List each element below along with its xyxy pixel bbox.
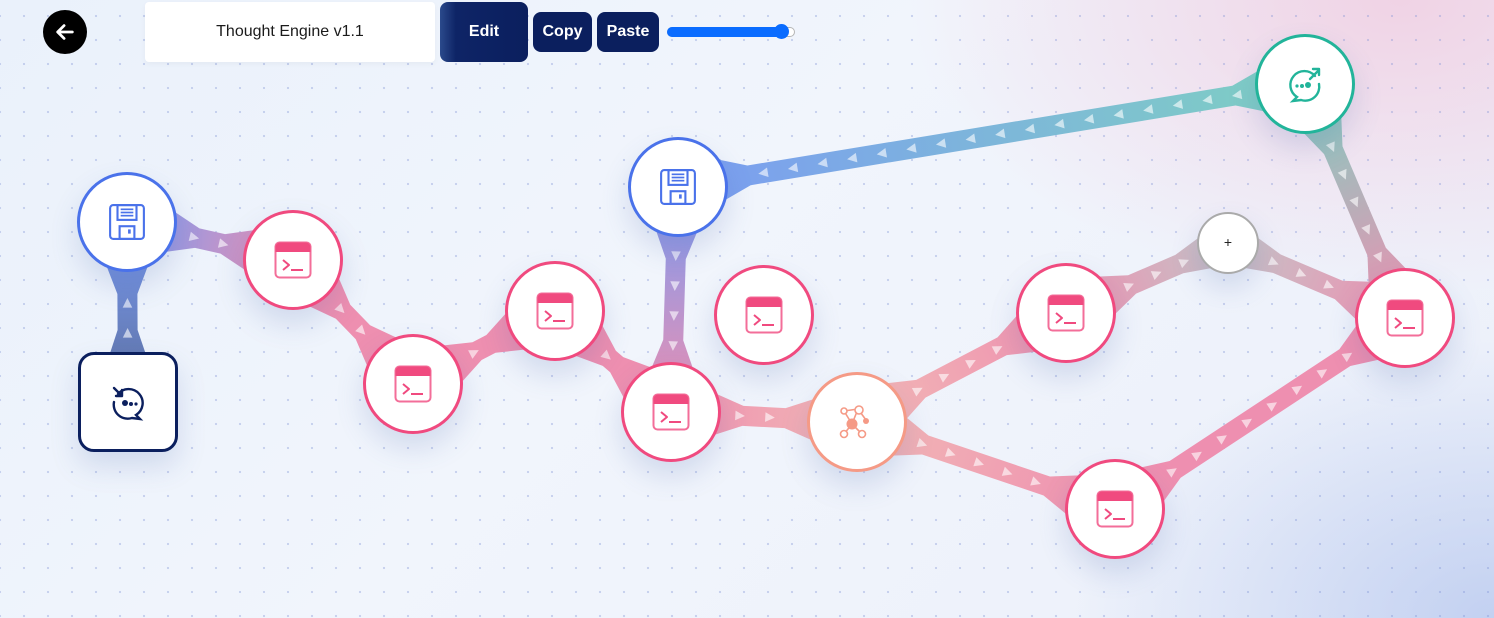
edit-button[interactable]: Edit <box>440 2 528 62</box>
terminal-icon <box>536 292 574 330</box>
node-terminal-t8[interactable] <box>1065 459 1165 559</box>
terminal-icon <box>274 241 312 279</box>
terminal-icon <box>1386 299 1424 337</box>
flow-title-field[interactable]: Thought Engine v1.1 <box>145 2 435 62</box>
terminal-icon <box>1096 490 1134 528</box>
plus-label: + <box>1223 234 1233 250</box>
copy-button[interactable]: Copy <box>533 12 592 52</box>
node-output-out[interactable] <box>1255 34 1355 134</box>
edge-mem2-to-t4[interactable] <box>645 216 704 383</box>
network-icon <box>836 401 878 443</box>
edge-t8-to-t7[interactable] <box>1125 312 1395 515</box>
floppy-disk-icon <box>108 203 146 241</box>
zoom-slider[interactable] <box>667 24 795 39</box>
node-terminal-t1[interactable] <box>243 210 343 310</box>
flow-title: Thought Engine v1.1 <box>216 23 364 40</box>
edge-out-to-mem2[interactable] <box>703 63 1280 208</box>
node-memory-mem1[interactable] <box>77 172 177 272</box>
plus-icon: + <box>1224 234 1232 252</box>
terminal-icon <box>745 296 783 334</box>
node-terminal-t6[interactable] <box>1016 263 1116 363</box>
back-button[interactable] <box>43 10 87 54</box>
chat-refresh-icon <box>108 382 148 422</box>
floppy-disk-icon <box>659 168 697 206</box>
node-add-add[interactable]: + <box>1197 212 1259 274</box>
node-terminal-t3[interactable] <box>505 261 605 361</box>
zoom-slider-thumb[interactable] <box>774 24 790 39</box>
node-terminal-t4[interactable] <box>621 362 721 462</box>
node-terminal-t5[interactable] <box>714 265 814 365</box>
node-network-net[interactable] <box>807 372 907 472</box>
zoom-slider-fill <box>667 27 783 37</box>
arrow-left-icon <box>56 24 74 40</box>
paste-button[interactable]: Paste <box>597 12 659 52</box>
node-terminal-t2[interactable] <box>363 334 463 434</box>
terminal-icon <box>1047 294 1085 332</box>
node-input-input[interactable] <box>78 352 178 452</box>
node-memory-mem2[interactable] <box>628 137 728 237</box>
edge-net-to-t8[interactable] <box>877 406 1095 525</box>
chat-share-icon <box>1285 64 1325 104</box>
terminal-icon <box>394 365 432 403</box>
node-terminal-t7[interactable] <box>1355 268 1455 368</box>
terminal-icon <box>652 393 690 431</box>
